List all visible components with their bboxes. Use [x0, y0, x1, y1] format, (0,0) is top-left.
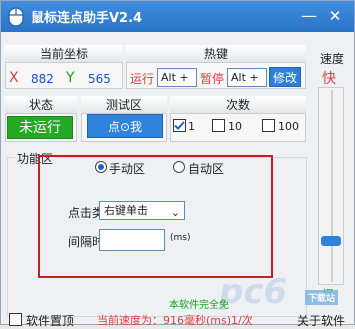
manual-mode-label: 手动区 [109, 162, 146, 176]
coord-y-label: Y [66, 70, 75, 86]
count-100-checkbox[interactable] [262, 119, 275, 132]
about-link[interactable]: 关于软件 [297, 312, 345, 329]
speed-heading: 速度 [319, 52, 344, 66]
count-heading: 次数 [170, 96, 306, 114]
edit-hotkey-button[interactable]: 修改 [269, 67, 301, 87]
client-area: 当前坐标 X 882 Y 565 热键 运行 Alt + 暂停 Alt + 修改… [1, 32, 354, 328]
run-hotkey-input[interactable]: Alt + [157, 68, 197, 87]
count-1-checkbox[interactable] [173, 119, 186, 132]
count-1-label: 1 [188, 120, 195, 133]
auto-mode-radio[interactable] [173, 161, 185, 173]
interval-unit: (ms) [170, 233, 191, 243]
count-100-label: 100 [278, 120, 299, 133]
manual-mode-radio[interactable] [95, 161, 107, 173]
title-bar[interactable]: 鼠标连点助手V2.4 — ✕ [1, 1, 354, 32]
run-hotkey-label: 运行 [130, 72, 155, 86]
mouse-icon [8, 7, 24, 27]
interval-input[interactable] [99, 229, 165, 251]
click-test-button[interactable]: 点⊙我 [87, 114, 163, 138]
check-icon [174, 121, 185, 130]
close-button[interactable]: ✕ [323, 5, 347, 29]
slider-thumb[interactable] [321, 236, 341, 246]
hotkeys-heading: 热键 [126, 45, 306, 63]
current-speed-text: 当前速度为：916毫秒(ms)1/次 [97, 314, 253, 327]
pin-top-label: 软件置顶 [26, 314, 75, 328]
notice-text: 本软件完全免 [169, 300, 229, 311]
watermark-sub: 下载站 [305, 290, 339, 305]
speed-fast-label: 快 [322, 71, 336, 87]
coord-y-value: 565 [88, 72, 111, 86]
main-window: 鼠标连点助手V2.4 — ✕ 当前坐标 X 882 Y 565 热键 运行 Al… [0, 0, 355, 328]
coords-heading: 当前坐标 [5, 45, 123, 63]
count-10-checkbox[interactable] [212, 119, 225, 132]
click-type-value: 右键单击 [104, 204, 148, 217]
click-type-select[interactable]: 右键单击 ⌄ [99, 201, 185, 220]
coord-x-value: 882 [31, 72, 54, 86]
slider-groove [331, 90, 333, 282]
window-title: 鼠标连点助手V2.4 [31, 11, 143, 26]
pause-hotkey-input[interactable]: Alt + [227, 68, 267, 87]
pause-hotkey-label: 暂停 [200, 72, 225, 86]
test-heading: 测试区 [81, 96, 167, 114]
status-heading: 状态 [5, 96, 77, 114]
count-10-label: 10 [228, 120, 242, 133]
chevron-down-icon: ⌄ [170, 206, 180, 219]
speed-slider[interactable] [318, 87, 344, 285]
status-indicator: 未运行 [7, 116, 73, 139]
pin-top-checkbox[interactable] [9, 313, 22, 326]
minimize-button[interactable]: — [297, 5, 321, 29]
coord-x-label: X [9, 70, 19, 86]
auto-mode-label: 自动区 [188, 162, 225, 176]
